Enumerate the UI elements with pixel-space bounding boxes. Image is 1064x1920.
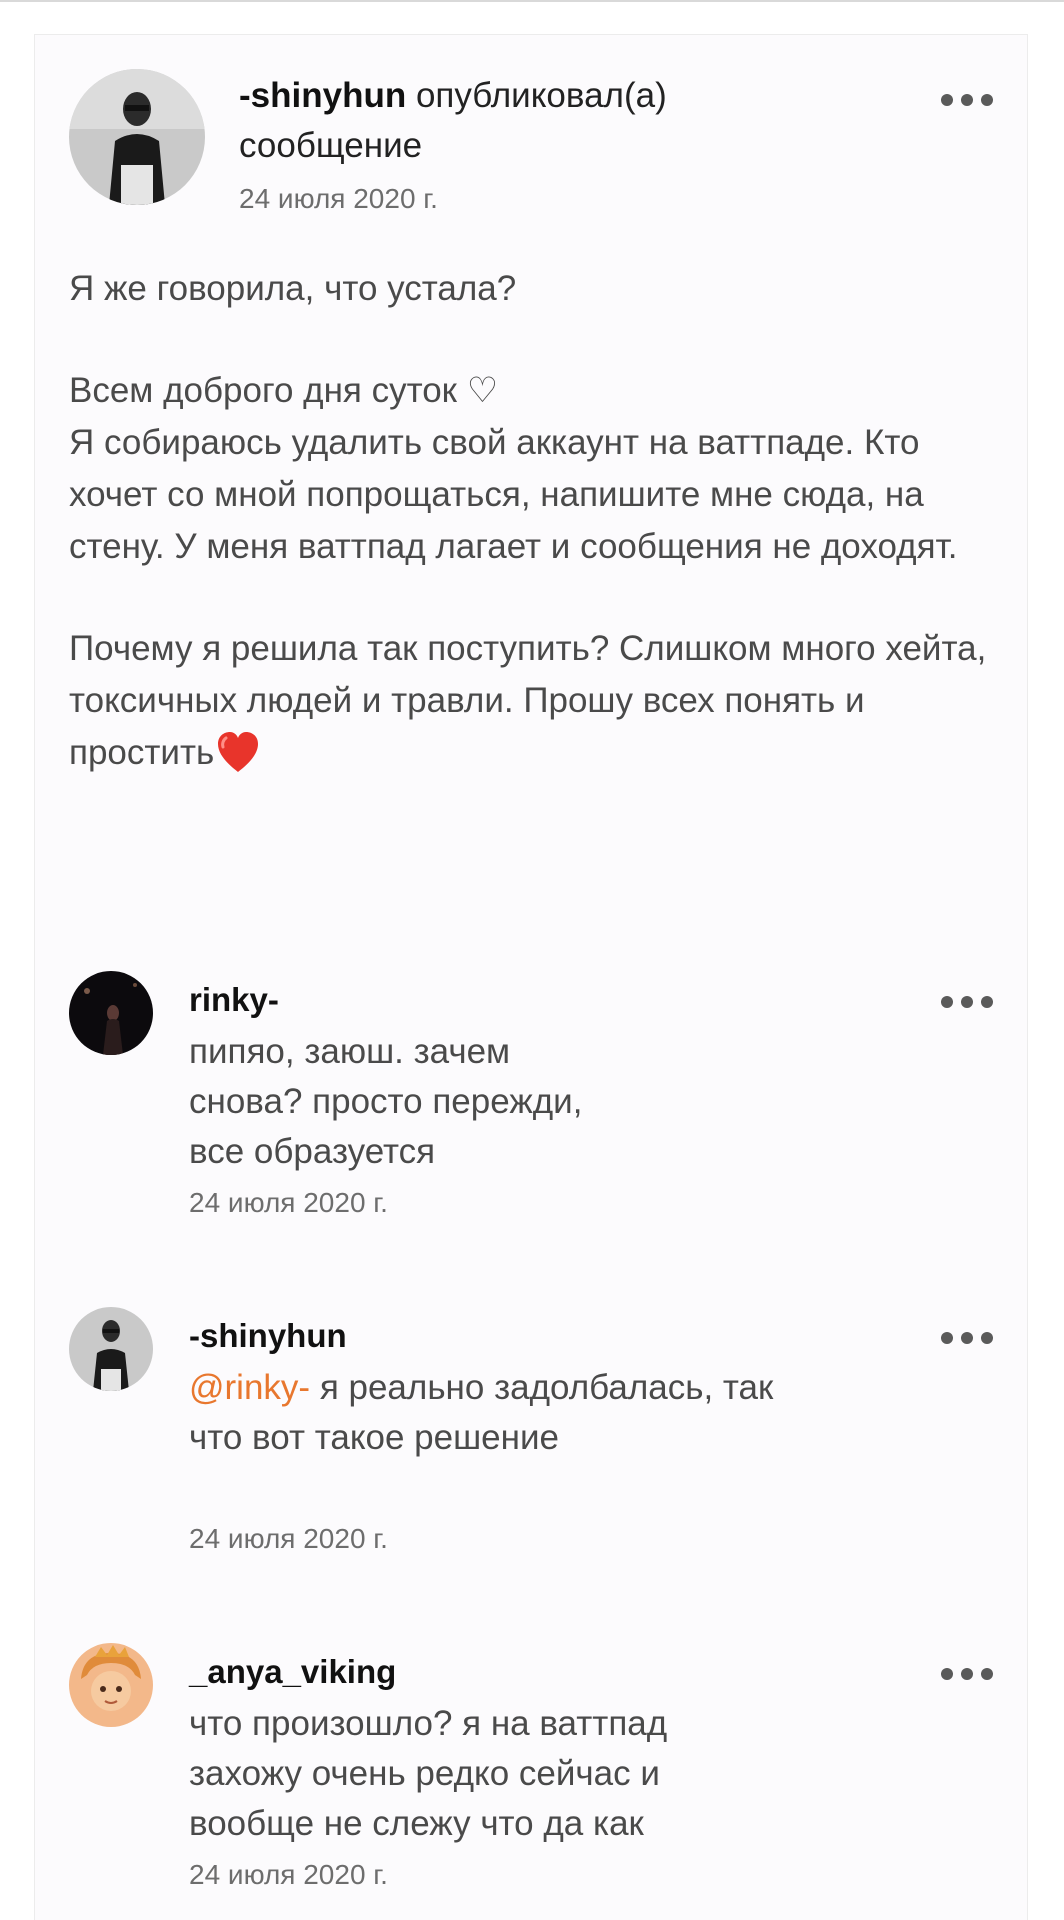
- comment-date: 24 июля 2020 г.: [189, 1523, 388, 1554]
- more-dot: [961, 1332, 973, 1344]
- top-divider: [0, 0, 1064, 2]
- more-horizontal-icon: [941, 996, 953, 1008]
- comment-more-button[interactable]: [941, 1663, 995, 1683]
- more-dot: [981, 1332, 993, 1344]
- post-body-line: Я же говорила, что устала?: [69, 269, 517, 308]
- more-dot: [961, 996, 973, 1008]
- more-dot: [961, 1668, 973, 1680]
- comment-author-name[interactable]: rinky-: [189, 981, 279, 1019]
- comment-more-button[interactable]: [941, 1327, 995, 1347]
- comment-date: 24 июля 2020 г.: [189, 1187, 388, 1218]
- post-body-line: Почему я решила так поступить? Слишком м…: [69, 629, 987, 772]
- post-author-avatar[interactable]: [69, 69, 205, 205]
- more-horizontal-icon: [941, 94, 953, 106]
- post-header: -shinyhun опубликовал(а) сообщение: [239, 71, 759, 171]
- post-author-name[interactable]: -shinyhun: [239, 76, 406, 115]
- post-body-last-line: Почему я решила так поступить? Слишком м…: [69, 623, 989, 779]
- comment-author-name[interactable]: -shinyhun: [189, 1317, 347, 1355]
- more-dot: [981, 1668, 993, 1680]
- comment-text: @rinky- я реально задолбалась, так что в…: [189, 1363, 789, 1463]
- comment-text: пипяо, заюш. зачем снова? просто пережди…: [189, 1032, 583, 1171]
- more-dot: [981, 996, 993, 1008]
- post-card: -shinyhun опубликовал(а) сообщение 24 ию…: [34, 34, 1028, 1920]
- more-dot: [981, 94, 993, 106]
- more-horizontal-icon: [941, 1668, 953, 1680]
- more-dot: [961, 94, 973, 106]
- post-body-line: Всем доброго дня суток ♡: [69, 371, 499, 410]
- more-horizontal-icon: [941, 1332, 953, 1344]
- comment-avatar[interactable]: [69, 1307, 153, 1391]
- post-body: Я же говорила, что устала? Всем доброго …: [69, 263, 999, 779]
- comment-more-button[interactable]: [941, 991, 995, 1011]
- post-more-button[interactable]: [941, 89, 995, 109]
- post-body-line: Я собираюсь удалить свой аккаунт на ватт…: [69, 423, 958, 566]
- comment-avatar[interactable]: [69, 971, 153, 1055]
- wall-post-page: -shinyhun опубликовал(а) сообщение 24 ию…: [0, 0, 1064, 1920]
- mention-link[interactable]: @rinky-: [189, 1368, 310, 1407]
- comment-author-name[interactable]: _anya_viking: [189, 1653, 396, 1691]
- post-date: 24 июля 2020 г.: [239, 183, 438, 214]
- comment-date: 24 июля 2020 г.: [189, 1859, 388, 1890]
- red-heart-emoji: [218, 732, 259, 772]
- comment-avatar[interactable]: [69, 1643, 153, 1727]
- comment-text: что произошло? я на ваттпад захожу очень…: [189, 1704, 668, 1843]
